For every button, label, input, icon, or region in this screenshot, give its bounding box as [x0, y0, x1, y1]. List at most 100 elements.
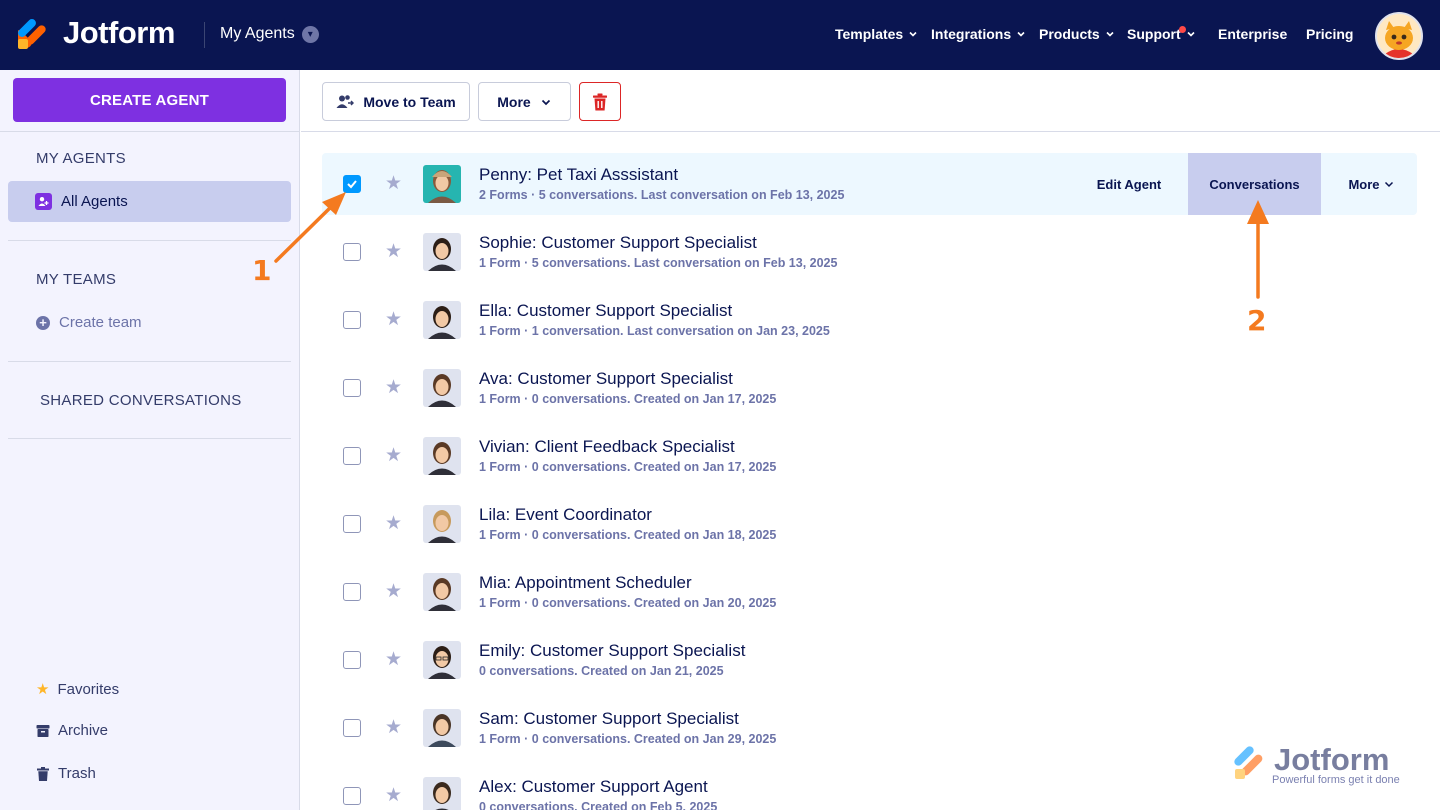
- star-icon[interactable]: ★: [385, 172, 402, 195]
- agent-row[interactable]: ★ Penny: Pet Taxi Asssistant 2 Forms · 5 c…: [322, 153, 1417, 215]
- agent-row[interactable]: ★ Lila: Event Coordinator 1 Form · 0 conve…: [322, 493, 1417, 555]
- create-team-link[interactable]: + Create team: [36, 314, 142, 331]
- sidebar-item-all-agents[interactable]: All Agents: [8, 181, 291, 222]
- star-icon[interactable]: ★: [385, 308, 402, 331]
- row-more-label: More: [1348, 176, 1380, 192]
- agent-name[interactable]: Sophie: Customer Support Specialist: [479, 233, 757, 253]
- workspace-switcher[interactable]: My Agents ▾: [220, 25, 319, 43]
- star-icon[interactable]: ★: [385, 444, 402, 467]
- sidebar-item-archive[interactable]: Archive: [36, 722, 108, 739]
- agent-name[interactable]: Sam: Customer Support Specialist: [479, 709, 739, 729]
- edit-agent-button[interactable]: Edit Agent: [1074, 153, 1184, 215]
- watermark-tagline: Powerful forms get it done: [1272, 774, 1400, 786]
- sidebar-item-label: Archive: [58, 722, 109, 739]
- move-to-team-button[interactable]: Move to Team: [322, 82, 470, 121]
- agent-avatar-icon: [423, 641, 461, 679]
- star-icon[interactable]: ★: [385, 580, 402, 603]
- sidebar-item-favorites[interactable]: ★ Favorites: [36, 680, 120, 699]
- row-checkbox[interactable]: [343, 175, 361, 193]
- agent-row[interactable]: ★ Emily: Customer Support Specialist 0 con…: [322, 629, 1417, 691]
- watermark-brand: Jotform: [1274, 742, 1390, 777]
- nav-enterprise[interactable]: Enterprise: [1218, 26, 1287, 42]
- more-label: More: [497, 93, 531, 110]
- my-agents-header: MY AGENTS: [36, 150, 126, 167]
- star-icon[interactable]: ★: [385, 784, 402, 807]
- agent-avatar: [423, 369, 461, 407]
- my-teams-header: MY TEAMS: [36, 271, 117, 288]
- row-checkbox[interactable]: [343, 651, 361, 669]
- nav-products[interactable]: Products: [1039, 26, 1115, 42]
- row-checkbox[interactable]: [343, 311, 361, 329]
- plus-circle-icon: +: [36, 315, 50, 330]
- trash-icon: [37, 766, 49, 781]
- shared-conversations-link[interactable]: SHARED CONVERSATIONS: [40, 392, 242, 409]
- agent-name[interactable]: Emily: Customer Support Specialist: [479, 641, 745, 661]
- row-checkbox[interactable]: [343, 447, 361, 465]
- star-icon[interactable]: ★: [385, 240, 402, 263]
- sidebar-item-label: Favorites: [57, 680, 120, 698]
- row-checkbox[interactable]: [343, 719, 361, 737]
- agent-avatar: [423, 165, 461, 203]
- row-more-button[interactable]: More: [1325, 153, 1417, 215]
- conversations-label: Conversations: [1209, 176, 1300, 192]
- nav-pricing[interactable]: Pricing: [1306, 26, 1353, 42]
- row-checkbox[interactable]: [343, 787, 361, 805]
- agent-name[interactable]: Penny: Pet Taxi Asssistant: [479, 165, 678, 185]
- user-avatar[interactable]: [1375, 12, 1423, 60]
- row-checkbox[interactable]: [343, 379, 361, 397]
- agent-avatar-icon: [423, 573, 461, 611]
- chevron-down-icon: [541, 99, 550, 105]
- jotform-logo-icon[interactable]: [18, 17, 50, 49]
- nav-templates[interactable]: Templates: [835, 26, 918, 42]
- agent-name[interactable]: Alex: Customer Support Agent: [479, 777, 708, 797]
- agent-avatar: [423, 641, 461, 679]
- nav-integrations[interactable]: Integrations: [931, 26, 1026, 42]
- agent-row[interactable]: ★ Sophie: Customer Support Specialist 1 Fo…: [322, 221, 1417, 283]
- chevron-down-icon: ▾: [301, 25, 319, 43]
- chevron-down-icon: [1187, 31, 1195, 37]
- delete-button[interactable]: [579, 82, 621, 121]
- create-team-label: Create team: [59, 314, 142, 331]
- agent-avatar-icon: [423, 301, 461, 339]
- star-icon[interactable]: ★: [385, 376, 402, 399]
- sidebar-item-trash[interactable]: Trash: [36, 765, 96, 782]
- agent-avatar: [423, 437, 461, 475]
- row-checkbox[interactable]: [343, 243, 361, 261]
- row-checkbox[interactable]: [343, 515, 361, 533]
- agent-avatar-icon: [423, 165, 461, 203]
- agent-row[interactable]: ★ Mia: Appointment Scheduler 1 Form · 0 co…: [322, 561, 1417, 623]
- agent-name[interactable]: Ella: Customer Support Specialist: [479, 301, 732, 321]
- toolbar: Move to Team More: [301, 70, 1440, 132]
- agent-avatar-icon: [423, 777, 461, 810]
- star-icon[interactable]: ★: [385, 716, 402, 739]
- archive-icon: [36, 724, 50, 737]
- star-icon[interactable]: ★: [385, 648, 402, 671]
- create-agent-button[interactable]: CREATE AGENT: [13, 78, 286, 122]
- move-team-icon: [336, 94, 355, 108]
- user-avatar-icon: [1377, 14, 1421, 58]
- agent-meta: 1 Form · 1 conversation. Last conversati…: [479, 324, 830, 338]
- agent-avatar: [423, 233, 461, 271]
- agents-icon: [35, 193, 52, 210]
- workspace-title: My Agents: [220, 25, 295, 42]
- chevron-down-icon: [1017, 31, 1025, 37]
- brand-divider: [204, 22, 205, 48]
- edit-agent-label: Edit Agent: [1096, 176, 1162, 192]
- brand-name[interactable]: Jotform: [63, 15, 175, 51]
- agent-name[interactable]: Ava: Customer Support Specialist: [479, 369, 733, 389]
- agent-avatar: [423, 505, 461, 543]
- row-checkbox[interactable]: [343, 583, 361, 601]
- sidebar-divider: [0, 131, 300, 132]
- agent-name[interactable]: Mia: Appointment Scheduler: [479, 573, 692, 593]
- nav-label: Products: [1039, 26, 1100, 42]
- agent-avatar: [423, 301, 461, 339]
- nav-label: Templates: [835, 26, 904, 42]
- agent-row[interactable]: ★ Vivian: Client Feedback Specialist 1 For…: [322, 425, 1417, 487]
- agent-meta: 0 conversations. Created on Feb 5, 2025: [479, 800, 718, 810]
- agent-name[interactable]: Vivian: Client Feedback Specialist: [479, 437, 735, 457]
- more-actions-button[interactable]: More: [478, 82, 571, 121]
- conversations-button[interactable]: Conversations: [1188, 153, 1321, 215]
- agent-row[interactable]: ★ Ava: Customer Support Specialist 1 Form …: [322, 357, 1417, 419]
- star-icon[interactable]: ★: [385, 512, 402, 535]
- agent-name[interactable]: Lila: Event Coordinator: [479, 505, 652, 525]
